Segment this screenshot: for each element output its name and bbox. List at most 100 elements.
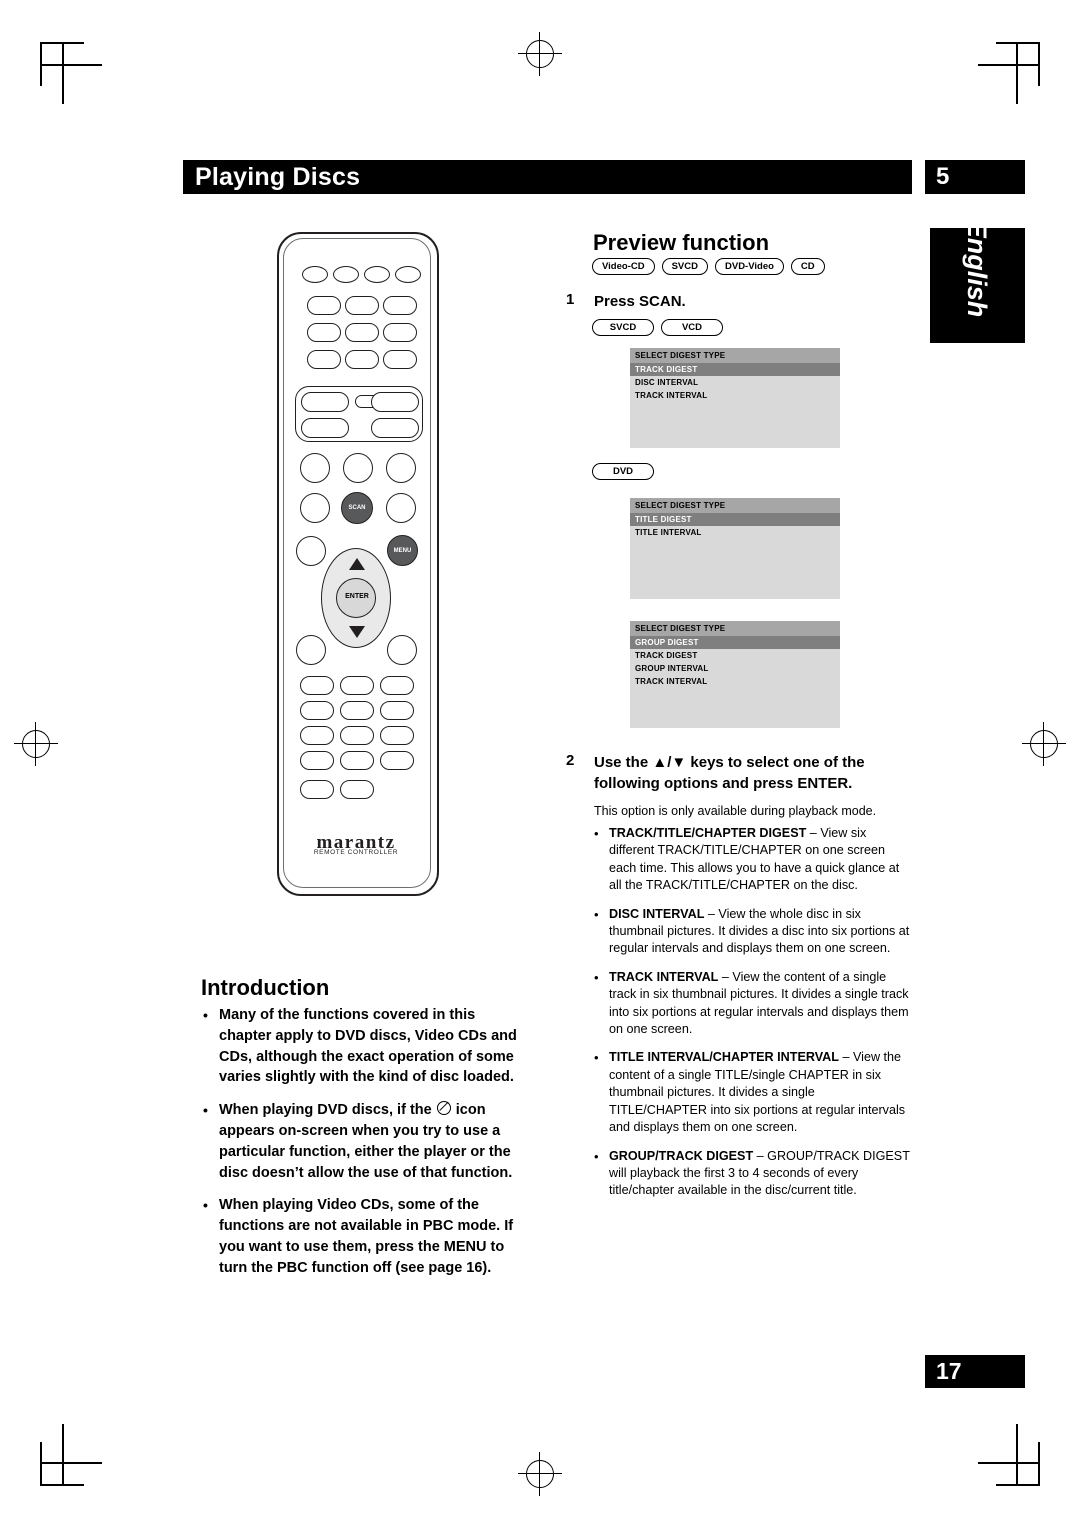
remote-button-g4 <box>301 418 349 438</box>
remote-button-l2c2 <box>340 701 374 720</box>
osd-row-selected: TITLE DIGEST <box>630 513 840 526</box>
remote-button-r1c4 <box>395 266 421 283</box>
list-item: When playing Video CDs, some of the func… <box>200 1195 520 1278</box>
list-item: Many of the functions covered in this ch… <box>200 1005 520 1088</box>
badge-cd: CD <box>790 258 825 275</box>
option-term: TRACK/TITLE/CHAPTER DIGEST <box>609 826 807 840</box>
remote-button-r2c3 <box>383 296 417 315</box>
list-item: TITLE INTERVAL/CHAPTER INTERVAL – View t… <box>592 1049 914 1136</box>
crop-mark-top-right-h <box>978 64 1040 66</box>
osd-empty-area <box>630 539 840 597</box>
remote-button-r1c2 <box>333 266 359 283</box>
remote-button-menu-label: MENU <box>393 548 412 554</box>
step-2-number: 2 <box>566 752 575 769</box>
badge-dvd: DVD <box>592 463 654 480</box>
badge-vcd: VCD <box>661 319 723 336</box>
badge-dvd-video: DVD-Video <box>715 258 784 275</box>
osd-row: TRACK INTERVAL <box>635 677 708 686</box>
osd-row: GROUP INTERVAL <box>635 664 709 673</box>
osd-empty-area <box>630 402 840 446</box>
crop-mark-bottom-left-v <box>62 1424 64 1486</box>
preview-options-list: TRACK/TITLE/CHAPTER DIGEST – View six di… <box>592 825 914 1211</box>
preview-function-heading: Preview function <box>593 230 770 255</box>
osd-select-digest-type-dvd-title: SELECT DIGEST TYPE TITLE DIGEST TITLE IN… <box>630 498 840 599</box>
dvd-badge-row: DVD <box>592 463 654 480</box>
remote-button-r3c2 <box>345 323 379 342</box>
remote-button-menu: MENU <box>387 535 418 566</box>
remote-button-r4c3 <box>383 350 417 369</box>
remote-button-r1c3 <box>364 266 390 283</box>
remote-button-c3r4 <box>387 635 417 665</box>
remote-button-c1r1 <box>300 453 330 483</box>
option-term: GROUP/TRACK DIGEST <box>609 1148 754 1163</box>
remote-button-l4c2 <box>340 751 374 770</box>
language-tab: English <box>930 220 1025 343</box>
badge-video-cd: Video-CD <box>592 258 655 275</box>
crop-mark-top-left-h <box>40 64 102 66</box>
remote-sub-label: REMOTE CONTROLLER <box>313 849 399 856</box>
badge-svcd: SVCD <box>661 258 708 275</box>
osd-header: SELECT DIGEST TYPE <box>630 498 840 513</box>
remote-button-r1c1 <box>302 266 328 283</box>
osd-row: TITLE INTERVAL <box>635 528 702 537</box>
osd-body: TRACK DIGEST DISC INTERVAL TRACK INTERVA… <box>630 363 840 448</box>
prohibited-icon <box>436 1101 451 1116</box>
registration-mark-bottom <box>518 1452 562 1496</box>
registration-mark-right <box>1022 722 1066 766</box>
remote-button-r3c3 <box>383 323 417 342</box>
crop-mark-bottom-right <box>996 1442 1040 1486</box>
remote-button-g5 <box>371 418 419 438</box>
list-item: When playing DVD discs, if the icon appe… <box>200 1100 520 1183</box>
remote-button-r3c1 <box>307 323 341 342</box>
remote-button-l1c2 <box>340 676 374 695</box>
osd-empty-area <box>630 688 840 726</box>
list-item: DISC INTERVAL – View the whole disc in s… <box>592 906 914 958</box>
remote-button-r2c1 <box>307 296 341 315</box>
osd-header: SELECT DIGEST TYPE <box>630 621 840 636</box>
remote-button-c3r2 <box>386 493 416 523</box>
osd-body: TITLE DIGEST TITLE INTERVAL <box>630 513 840 599</box>
registration-mark-left <box>14 722 58 766</box>
playback-mode-note: This option is only available during pla… <box>594 804 877 818</box>
arrow-up-icon <box>349 558 365 570</box>
remote-button-r4c2 <box>345 350 379 369</box>
osd-row: TRACK INTERVAL <box>635 391 708 400</box>
remote-button-g3 <box>371 392 419 412</box>
registration-mark-top <box>518 32 562 76</box>
remote-button-g1 <box>301 392 349 412</box>
remote-button-l2c1 <box>300 701 334 720</box>
remote-button-l3c2 <box>340 726 374 745</box>
remote-button-l1c1 <box>300 676 334 695</box>
badge-svcd-2: SVCD <box>592 319 654 336</box>
crop-mark-bottom-left-h <box>40 1462 102 1464</box>
language-tab-label: English <box>962 219 992 318</box>
introduction-bullet-list: Many of the functions covered in this ch… <box>200 1005 520 1291</box>
remote-button-l2c3 <box>380 701 414 720</box>
step-2-text: Use the ▲/▼ keys to select one of the fo… <box>594 754 865 792</box>
chapter-number: 5 <box>936 163 950 190</box>
crop-mark-top-right-v <box>1016 42 1018 104</box>
arrow-down-icon <box>349 626 365 638</box>
crop-mark-bottom-right-v <box>1016 1424 1018 1486</box>
remote-button-c1r4 <box>296 635 326 665</box>
svcd-vcd-badges: SVCD VCD <box>592 319 723 336</box>
crop-mark-bottom-right-h <box>978 1462 1040 1464</box>
introduction-heading: Introduction <box>201 975 330 1000</box>
osd-select-digest-type-svcd: SELECT DIGEST TYPE TRACK DIGEST DISC INT… <box>630 348 840 448</box>
remote-button-l4c1 <box>300 751 334 770</box>
remote-button-scan-label: SCAN <box>348 505 366 511</box>
enter-button: ENTER <box>336 578 376 618</box>
remote-button-l3c3 <box>380 726 414 745</box>
remote-button-r4c1 <box>307 350 341 369</box>
crop-mark-top-left-v <box>62 42 64 104</box>
osd-select-digest-type-dvd-group: SELECT DIGEST TYPE GROUP DIGEST TRACK DI… <box>630 621 840 728</box>
remote-button-l4c3 <box>380 751 414 770</box>
osd-row-selected: GROUP DIGEST <box>630 636 840 649</box>
osd-row: DISC INTERVAL <box>635 378 699 387</box>
remote-dpad: ENTER <box>321 548 391 648</box>
disc-type-badges: Video-CD SVCD DVD-Video CD <box>592 258 825 275</box>
page-title: Playing Discs <box>195 163 361 191</box>
remote-button-l5c2 <box>340 780 374 799</box>
remote-button-r2c2 <box>345 296 379 315</box>
page-number: 17 <box>936 1358 962 1384</box>
